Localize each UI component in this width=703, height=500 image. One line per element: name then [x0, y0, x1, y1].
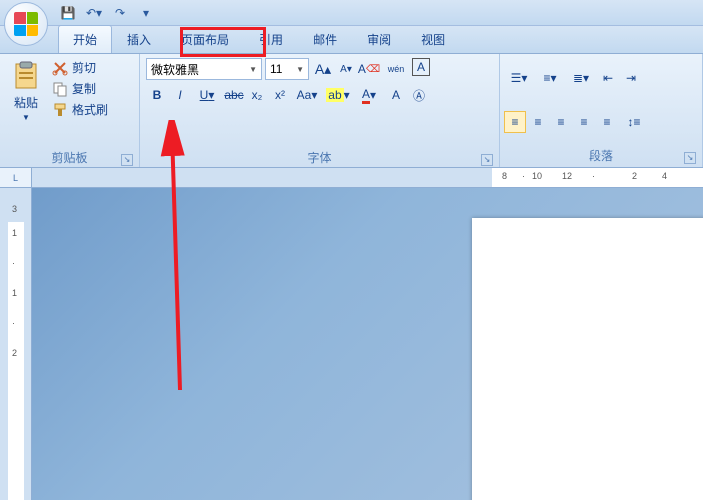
align-justify-button[interactable]: ≡ [573, 111, 595, 133]
align-left-button[interactable]: ≡ [504, 111, 526, 133]
change-case-button[interactable]: Aa▾ [292, 84, 322, 106]
undo-icon: ↶ [86, 6, 96, 20]
chevron-down-icon: ▼ [22, 113, 30, 122]
enclosed-char-button[interactable]: Ⓐ [408, 84, 430, 106]
grow-font-button[interactable]: A▴ [312, 58, 334, 80]
scissors-icon [52, 60, 68, 76]
office-logo-icon [14, 12, 38, 36]
paste-icon [10, 60, 42, 92]
line-spacing-button[interactable]: ↕≡ [619, 111, 649, 133]
underline-button[interactable]: U▾ [192, 84, 222, 106]
office-button[interactable] [4, 2, 48, 46]
italic-button[interactable]: I [169, 84, 191, 106]
shrink-font-icon: A [340, 64, 347, 75]
group-paragraph-label: 段落↘ [504, 147, 698, 165]
align-distribute-button[interactable]: ≡ [596, 111, 618, 133]
chevron-down-icon: ▼ [296, 65, 304, 74]
ribbon-tabs: 开始 插入 页面布局 引用 邮件 审阅 视图 [0, 26, 703, 54]
ribbon: 粘贴 ▼ 剪切 复制 格式刷 剪贴板↘ [0, 54, 703, 168]
save-icon: 💾 [61, 6, 76, 20]
group-font-label: 字体↘ [144, 149, 495, 167]
horizontal-ruler[interactable]: 8·1012·24 [32, 168, 703, 187]
bullets-button[interactable]: ☰▾ [504, 67, 534, 89]
title-bar: 💾 ↶▾ ↷ ▾ [0, 0, 703, 26]
tab-view[interactable]: 视图 [406, 25, 460, 53]
tab-page-layout[interactable]: 页面布局 [166, 25, 244, 53]
superscript-button[interactable]: x² [269, 84, 291, 106]
font-size-combo[interactable]: 11 ▼ [265, 58, 309, 80]
horizontal-ruler-wrap: L 8·1012·24 [0, 168, 703, 188]
paste-label: 粘贴 [14, 94, 38, 111]
copy-label: 复制 [72, 80, 96, 97]
undo-button[interactable]: ↶▾ [84, 3, 104, 23]
chevron-down-icon: ▼ [249, 65, 257, 74]
bold-button[interactable]: B [146, 84, 168, 106]
tab-reference[interactable]: 引用 [244, 25, 298, 53]
ruler-corner[interactable]: L [0, 168, 32, 188]
format-painter-label: 格式刷 [72, 101, 108, 118]
group-paragraph: ☰▾ ≡▾ ≣▾ ⇤ ⇥ ≡ ≡ ≡ ≡ ≡ ↕≡ 段落↘ [500, 54, 703, 167]
decrease-indent-button[interactable]: ⇤ [597, 67, 619, 89]
copy-button[interactable]: 复制 [50, 79, 110, 98]
shrink-font-button[interactable]: A▾ [335, 58, 357, 80]
format-painter-button[interactable]: 格式刷 [50, 100, 110, 119]
highlight-icon: ab [326, 88, 343, 102]
font-dialog-launcher[interactable]: ↘ [481, 154, 493, 166]
clear-format-button[interactable]: A⌫ [358, 58, 380, 80]
multilevel-button[interactable]: ≣▾ [566, 67, 596, 89]
tab-mail[interactable]: 邮件 [298, 25, 352, 53]
char-border-button[interactable]: A [412, 58, 430, 76]
vertical-ruler[interactable]: 31·1·2 [0, 188, 32, 500]
qat-customize[interactable]: ▾ [136, 3, 156, 23]
align-right-button[interactable]: ≡ [550, 111, 572, 133]
align-center-button[interactable]: ≡ [527, 111, 549, 133]
strike-button[interactable]: abc [223, 84, 245, 106]
font-size-value: 11 [270, 62, 282, 76]
cut-button[interactable]: 剪切 [50, 58, 110, 77]
save-button[interactable]: 💾 [58, 3, 78, 23]
tab-insert[interactable]: 插入 [112, 25, 166, 53]
group-clipboard: 粘贴 ▼ 剪切 复制 格式刷 剪贴板↘ [0, 54, 140, 167]
tab-review[interactable]: 审阅 [352, 25, 406, 53]
grow-font-icon: A [315, 61, 324, 77]
font-color-button[interactable]: A▾ [354, 84, 384, 106]
increase-indent-button[interactable]: ⇥ [620, 67, 642, 89]
cut-label: 剪切 [72, 59, 96, 76]
subscript-button[interactable]: x₂ [246, 84, 268, 106]
clipboard-dialog-launcher[interactable]: ↘ [121, 154, 133, 166]
paragraph-dialog-launcher[interactable]: ↘ [684, 152, 696, 164]
numbering-button[interactable]: ≡▾ [535, 67, 565, 89]
char-shading-button[interactable]: A [385, 84, 407, 106]
group-clipboard-label: 剪贴板↘ [4, 149, 135, 167]
highlight-button[interactable]: ab▾ [323, 84, 353, 106]
phonetic-icon: wén [388, 64, 405, 74]
document-area[interactable]: 粘贴 剪贴板 A [32, 188, 703, 500]
quick-access-toolbar: 💾 ↶▾ ↷ ▾ [58, 3, 156, 23]
paste-button[interactable]: 粘贴 ▼ [4, 56, 48, 149]
workspace: 31·1·2 粘贴 剪贴板 A [0, 188, 703, 500]
document-page[interactable] [472, 218, 703, 500]
font-color-icon: A [362, 87, 370, 104]
redo-icon: ↷ [115, 6, 125, 20]
copy-icon [52, 81, 68, 97]
group-font: 微软雅黑 ▼ 11 ▼ A▴ A▾ A⌫ wén A B I U▾ abc x₂ x… [140, 54, 500, 167]
tab-home[interactable]: 开始 [58, 25, 112, 53]
phonetic-button[interactable]: wén [381, 58, 411, 80]
brush-icon [52, 102, 68, 118]
font-name-value: 微软雅黑 [151, 61, 199, 78]
redo-button[interactable]: ↷ [110, 3, 130, 23]
font-name-combo[interactable]: 微软雅黑 ▼ [146, 58, 262, 80]
